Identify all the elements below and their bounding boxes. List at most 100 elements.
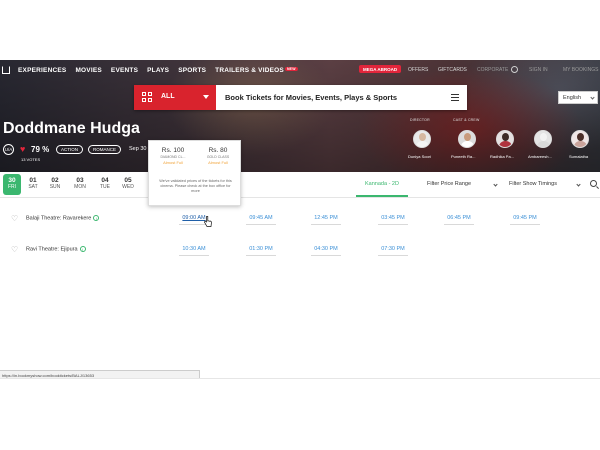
chevron-down-icon — [203, 95, 209, 99]
nav-movies[interactable]: MOVIES — [75, 67, 101, 74]
date-item[interactable]: 30 FRI — [3, 174, 21, 195]
avatar[interactable] — [496, 130, 514, 148]
divider — [0, 378, 600, 379]
date-number: 02 — [51, 177, 59, 184]
crew-name[interactable]: Ambareesh... — [528, 154, 552, 159]
search-bar: ALL Book Tickets for Movies, Events, Pla… — [134, 85, 467, 110]
vote-count: 13 VOTES — [21, 157, 41, 162]
nav-corporate[interactable]: CORPORATE — [477, 67, 508, 73]
category-label: ALL — [161, 93, 175, 100]
venue-row: ♡ Balaji Theatre: Ravarekere i 09:00 AM 0… — [0, 211, 600, 243]
language-label: English — [563, 95, 582, 101]
genre-tag[interactable]: ACTION — [56, 145, 84, 154]
nav-sports[interactable]: SPORTS — [178, 67, 206, 74]
seat-class: DIAMOND CL... — [160, 155, 186, 159]
heart-outline-icon[interactable]: ♡ — [11, 215, 18, 223]
availability-status: Almost Full — [163, 160, 183, 165]
date-number: 05 — [124, 177, 132, 184]
date-weekday: WED — [122, 184, 134, 190]
nav-plays[interactable]: PLAYS — [147, 67, 169, 74]
cast-heading: CAST & CREW — [453, 118, 480, 122]
showtime[interactable]: 12:45 PM — [311, 211, 341, 225]
date-number: 04 — [101, 177, 109, 184]
showtime[interactable]: 07:30 PM — [378, 242, 408, 256]
crew-name[interactable]: Duniya Soori — [408, 154, 431, 159]
nav-my-bookings[interactable]: MY BOOKINGS — [563, 67, 598, 73]
hand-cursor-icon — [204, 216, 212, 227]
nav-sign-in[interactable]: SIGN IN — [529, 67, 548, 73]
price-amount: Rs. 80 — [208, 147, 228, 154]
venue-row: ♡ Ravi Theatre: Ejipura i 10:30 AM 01:30 … — [0, 242, 600, 274]
date-weekday: TUE — [100, 184, 110, 190]
date-item[interactable]: 04 TUE — [96, 174, 114, 195]
date-item[interactable]: 02 SUN — [46, 174, 64, 195]
release-date: Sep 30 — [129, 146, 147, 152]
heart-outline-icon[interactable]: ♡ — [11, 246, 18, 254]
date-number: 01 — [29, 177, 37, 184]
nav-experiences[interactable]: EXPERIENCES — [18, 67, 66, 74]
page: EXPERIENCES MOVIES EVENTS PLAYS SPORTS T… — [0, 0, 600, 450]
nav-events[interactable]: EVENTS — [111, 67, 138, 74]
crew-name[interactable]: Sumalatha — [569, 154, 588, 159]
filter-price-range[interactable]: Filter Price Range — [427, 181, 471, 187]
avatar[interactable] — [571, 130, 589, 148]
category-dropdown[interactable]: ALL — [134, 85, 216, 110]
date-weekday: SAT — [28, 184, 38, 190]
date-weekday: SUN — [49, 184, 61, 190]
nav-offers[interactable]: OFFERS — [408, 67, 428, 73]
showtime[interactable]: 06:45 PM — [444, 211, 474, 225]
date-item[interactable]: 03 MON — [71, 174, 89, 195]
venue-name[interactable]: Ravi Theatre: Ejipura i — [26, 246, 86, 252]
date-weekday: FRI — [7, 184, 17, 190]
price-category: Rs. 80 GOLD CLASS Almost Full — [196, 147, 240, 165]
rating-percent: 79 % — [31, 145, 50, 154]
showtime[interactable]: 09:45 AM — [246, 211, 276, 225]
search-icon[interactable] — [590, 180, 597, 187]
nav-trailers-label: TRAILERS & VIDEOS — [215, 66, 284, 74]
date-number: 03 — [76, 177, 84, 184]
home-icon[interactable] — [2, 66, 10, 74]
menu-icon[interactable] — [451, 94, 459, 101]
showtime[interactable]: 04:30 PM — [311, 242, 341, 256]
nav-giftcards[interactable]: GIFTCARDS — [438, 67, 467, 73]
tooltip-note: We've validated prices of the tickets fo… — [159, 179, 232, 193]
date-item[interactable]: 01 SAT — [24, 174, 42, 195]
search-input[interactable]: Book Tickets for Movies, Events, Plays &… — [225, 93, 397, 102]
availability-status: Almost Full — [208, 160, 228, 165]
crew-name[interactable]: Puneeth Ra... — [451, 154, 475, 159]
price-category: Rs. 100 DIAMOND CL... Almost Full — [151, 147, 195, 165]
chevron-down-icon — [590, 95, 595, 100]
venue-name[interactable]: Balaji Theatre: Ravarekere i — [26, 215, 100, 222]
filter-show-timings[interactable]: Filter Show Timings — [509, 181, 557, 187]
movie-title: Doddmane Hudga — [3, 120, 140, 137]
info-icon[interactable]: i — [79, 246, 86, 252]
date-weekday: MON — [74, 184, 86, 190]
date-item[interactable]: 05 WED — [119, 174, 137, 195]
showtime[interactable]: 10:30 AM — [179, 242, 209, 256]
venue-label: Ravi Theatre: Ejipura — [26, 246, 78, 253]
avatar[interactable] — [458, 130, 476, 148]
tab-language-format[interactable]: Kannada - 2D — [356, 172, 408, 197]
date-number: 30 — [8, 177, 16, 184]
price-amount: Rs. 100 — [161, 147, 185, 154]
genre-tag[interactable]: ROMANCE — [88, 145, 122, 154]
language-select[interactable]: English — [558, 91, 598, 104]
seat-class: GOLD CLASS — [206, 155, 230, 159]
crew-name[interactable]: Radhika Pa... — [490, 154, 514, 159]
promo-badge[interactable]: MEGA ABROAD — [359, 65, 402, 73]
nav-trailers-videos[interactable]: TRAILERS & VIDEOS NEW — [215, 66, 298, 74]
showtime[interactable]: 09:45 PM — [510, 211, 540, 225]
director-heading: DIRECTOR — [410, 118, 430, 122]
top-nav: EXPERIENCES MOVIES EVENTS PLAYS SPORTS T… — [0, 60, 600, 80]
info-icon[interactable]: i — [93, 215, 100, 221]
certificate-badge: U/A — [3, 144, 14, 155]
user-icon[interactable] — [511, 66, 518, 73]
heart-icon: ♥ — [20, 144, 26, 154]
avatar[interactable] — [534, 130, 552, 148]
showtime[interactable]: 03:45 PM — [378, 211, 408, 225]
showtime[interactable]: 01:30 PM — [246, 242, 276, 256]
price-tooltip: Rs. 100 DIAMOND CL... Almost Full Rs. 80… — [148, 140, 241, 206]
venue-label: Balaji Theatre: Ravarekere — [26, 215, 92, 222]
grid-icon — [142, 92, 153, 103]
avatar[interactable] — [413, 130, 431, 148]
